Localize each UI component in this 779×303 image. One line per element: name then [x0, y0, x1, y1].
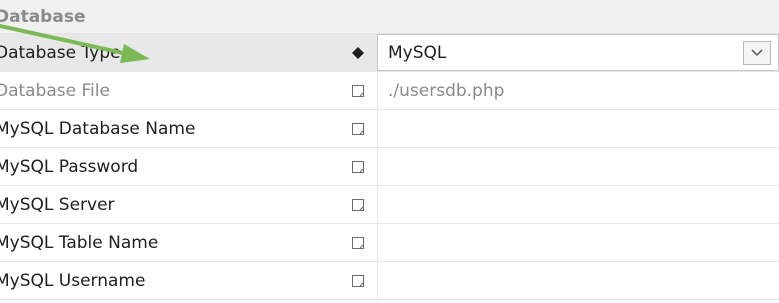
database-type-select[interactable]: MySQL [377, 34, 779, 71]
database-file-value[interactable]: ./usersdb.php [377, 72, 779, 109]
edit-box-icon [339, 110, 377, 147]
property-name[interactable]: MySQL Username [0, 262, 339, 299]
property-name[interactable]: Database File [0, 72, 339, 109]
property-name[interactable]: MySQL Password [0, 148, 339, 185]
property-row-mysql-password[interactable]: MySQL Password [0, 148, 779, 186]
edit-box-icon [339, 72, 377, 109]
property-row-database-type[interactable]: Database Type MySQL [0, 34, 779, 72]
mysql-username-value[interactable] [377, 262, 779, 299]
mysql-server-value[interactable] [377, 186, 779, 223]
edit-box-icon [339, 186, 377, 223]
edit-box-icon [339, 148, 377, 185]
property-row-mysql-table-name[interactable]: MySQL Table Name [0, 224, 779, 262]
chevron-down-icon [751, 49, 763, 57]
mysql-database-name-value[interactable] [377, 110, 779, 147]
property-name[interactable]: Database Type [0, 34, 339, 71]
diamond-icon [339, 34, 377, 71]
property-value: ./usersdb.php [388, 80, 505, 101]
property-row-database-file[interactable]: Database File ./usersdb.php [0, 72, 779, 110]
property-row-mysql-server[interactable]: MySQL Server [0, 186, 779, 224]
dropdown-button[interactable] [743, 41, 771, 65]
property-name[interactable]: MySQL Server [0, 186, 339, 223]
property-row-mysql-username[interactable]: MySQL Username [0, 262, 779, 300]
edit-box-icon [339, 224, 377, 261]
property-name[interactable]: MySQL Database Name [0, 110, 339, 147]
property-name[interactable]: MySQL Table Name [0, 224, 339, 261]
mysql-password-value[interactable] [377, 148, 779, 185]
selected-value: MySQL [388, 42, 447, 63]
property-row-mysql-database-name[interactable]: MySQL Database Name [0, 110, 779, 148]
mysql-table-name-value[interactable] [377, 224, 779, 261]
section-label: Database [0, 7, 86, 27]
edit-box-icon [339, 262, 377, 299]
property-grid: Database Database Type MySQL Database Fi… [0, 0, 779, 300]
section-header-database[interactable]: Database [0, 0, 779, 34]
